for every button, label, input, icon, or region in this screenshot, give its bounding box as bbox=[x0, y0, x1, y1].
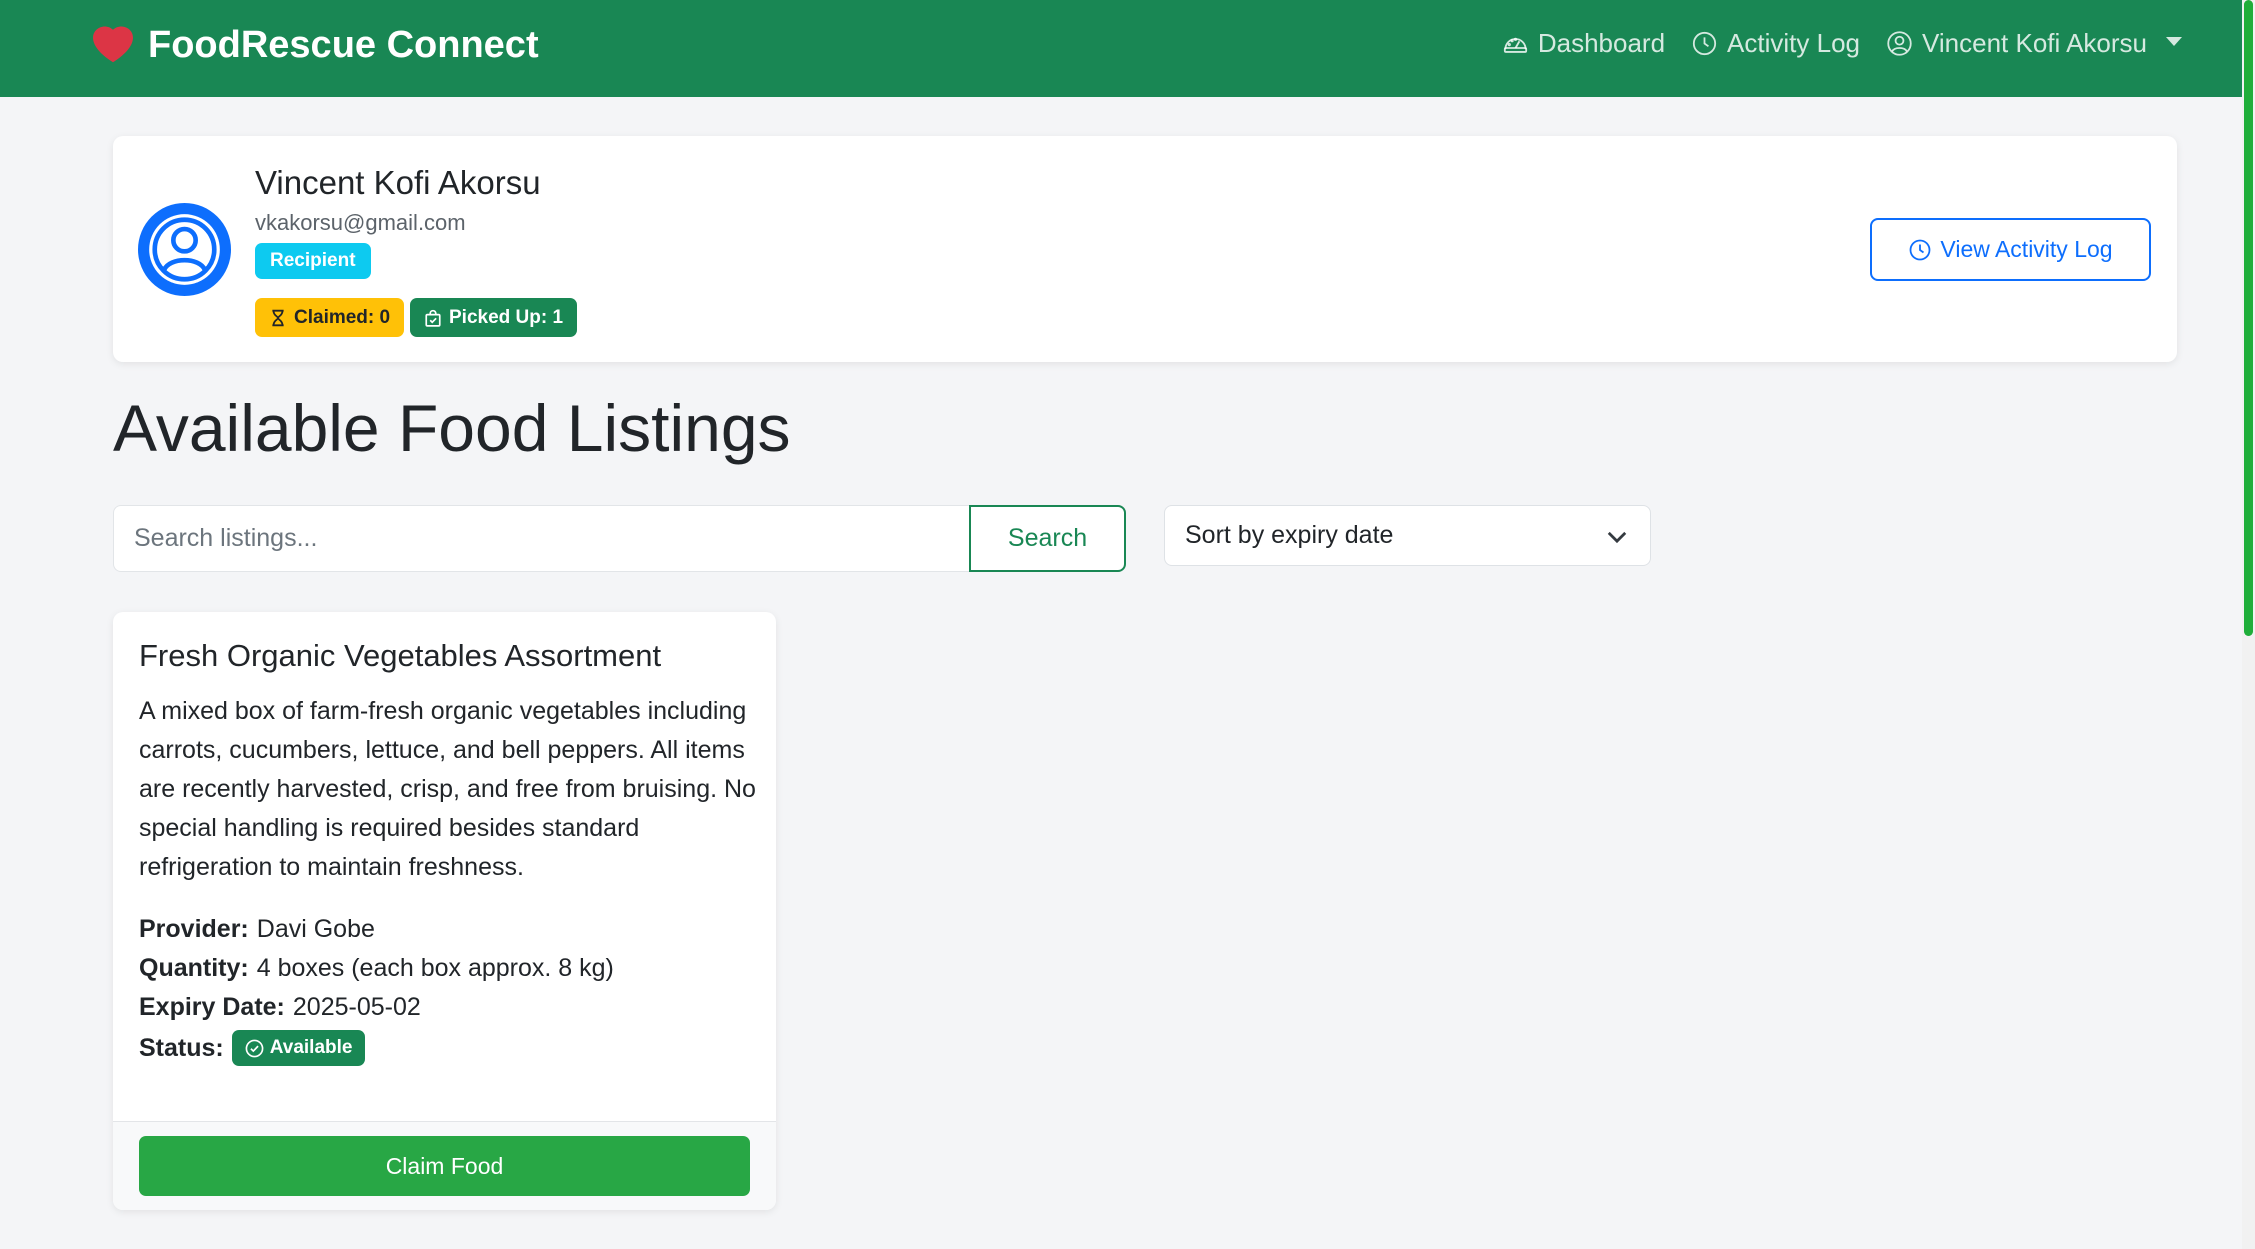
chevron-down-icon bbox=[1607, 531, 1627, 544]
scrollbar-thumb[interactable] bbox=[2244, 0, 2253, 636]
nav-dashboard[interactable]: Dashboard bbox=[1502, 28, 1665, 59]
search-button[interactable]: Search bbox=[969, 505, 1126, 572]
brand-link[interactable]: FoodRescue Connect bbox=[92, 24, 539, 67]
caret-down-icon bbox=[2166, 37, 2182, 46]
nav-activity-log[interactable]: Activity Log bbox=[1691, 28, 1860, 59]
view-activity-log-button[interactable]: View Activity Log bbox=[1870, 218, 2151, 281]
expiry-label: Expiry Date: bbox=[139, 993, 285, 1021]
role-badge: Recipient bbox=[255, 243, 371, 279]
top-navbar: FoodRescue Connect Dashboard Activity Lo… bbox=[0, 0, 2242, 97]
listing-card-footer: Claim Food bbox=[113, 1121, 776, 1210]
picked-up-count-badge: Picked Up: 1 bbox=[410, 298, 578, 337]
check-circle-icon bbox=[245, 1039, 264, 1057]
user-menu-label: Vincent Kofi Akorsu bbox=[1922, 28, 2147, 58]
expiry-value: 2025-05-02 bbox=[292, 993, 421, 1021]
provider-value: Davi Gobe bbox=[256, 915, 375, 943]
avatar-icon bbox=[138, 203, 231, 296]
quantity-label: Quantity: bbox=[139, 954, 249, 982]
status-badge: Available bbox=[231, 1030, 366, 1066]
status-label: Status: bbox=[139, 1033, 224, 1062]
listing-provider: Provider: Davi Gobe bbox=[139, 915, 375, 944]
heart-icon bbox=[93, 25, 133, 62]
quantity-value: 4 boxes (each box approx. 8 kg) bbox=[256, 954, 614, 982]
person-circle-icon bbox=[1887, 31, 1912, 56]
food-listing-card: Fresh Organic Vegetables Assortment A mi… bbox=[113, 612, 776, 1210]
listing-title: Fresh Organic Vegetables Assortment bbox=[139, 638, 662, 673]
claimed-count-label: Claimed: 0 bbox=[294, 306, 391, 328]
claimed-count-badge: Claimed: 0 bbox=[255, 298, 405, 337]
view-activity-log-label: View Activity Log bbox=[1940, 236, 2113, 262]
profile-card: Vincent Kofi Akorsu vkakorsu@gmail.com R… bbox=[113, 136, 2177, 362]
hourglass-icon bbox=[272, 309, 284, 326]
profile-name: Vincent Kofi Akorsu bbox=[255, 164, 541, 201]
speedometer-icon bbox=[1503, 37, 1527, 53]
profile-email: vkakorsu@gmail.com bbox=[255, 210, 466, 235]
status-badge-label: Available bbox=[269, 1037, 353, 1058]
sort-select-value: Sort by expiry date bbox=[1185, 521, 1394, 549]
listing-status: Status: Available bbox=[139, 1030, 366, 1066]
nav-dashboard-label: Dashboard bbox=[1537, 28, 1666, 58]
page-title: Available Food Listings bbox=[113, 391, 791, 465]
page-scrollbar[interactable] bbox=[2242, 0, 2255, 1249]
search-input[interactable] bbox=[113, 505, 970, 572]
brand-name: FoodRescue Connect bbox=[148, 24, 539, 66]
clock-history-icon bbox=[1692, 31, 1717, 56]
clock-history-icon bbox=[1910, 239, 1931, 260]
listing-expiry: Expiry Date: 2025-05-02 bbox=[139, 993, 421, 1022]
listing-description: A mixed box of farm-fresh organic vegeta… bbox=[139, 697, 756, 881]
picked-up-count-label: Picked Up: 1 bbox=[449, 306, 564, 328]
nav-activity-log-label: Activity Log bbox=[1727, 28, 1860, 58]
bag-check-icon bbox=[425, 309, 441, 327]
sort-select[interactable]: Sort by expiry date bbox=[1164, 505, 1651, 566]
listing-quantity: Quantity: 4 boxes (each box approx. 8 kg… bbox=[139, 954, 614, 983]
provider-label: Provider: bbox=[139, 915, 249, 943]
claim-food-button[interactable]: Claim Food bbox=[139, 1136, 750, 1196]
user-menu-dropdown[interactable]: Vincent Kofi Akorsu bbox=[1886, 28, 2182, 59]
